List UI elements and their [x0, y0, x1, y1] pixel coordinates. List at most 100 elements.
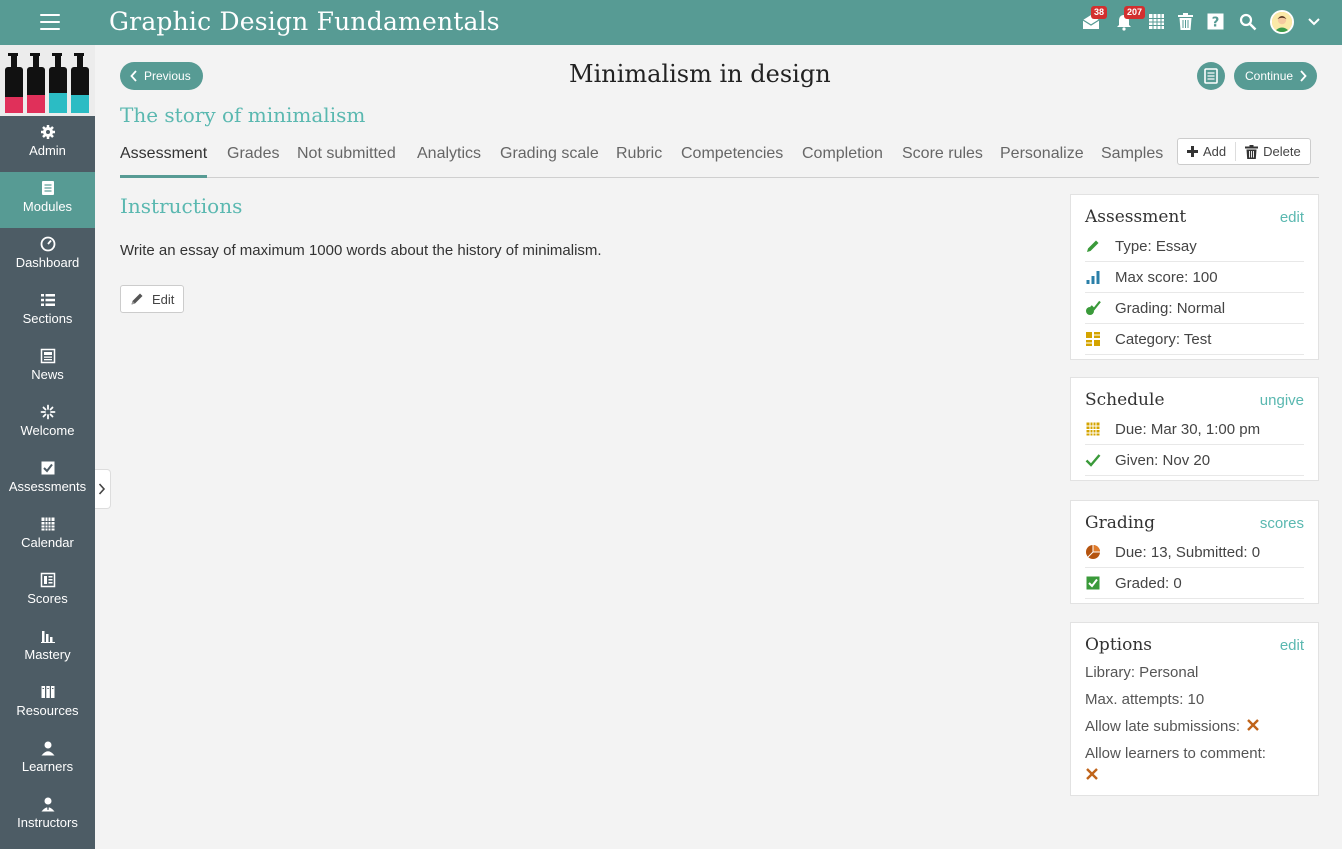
ungive-link[interactable]: ungive [1260, 392, 1304, 409]
panel-title: Grading [1085, 513, 1155, 533]
edit-instructions-button[interactable]: Edit [120, 285, 185, 313]
sidebar-item-scores[interactable]: Scores [0, 564, 95, 620]
schedule-panel: Schedule ungive Due: Mar 30, 1:00 pm Giv… [1070, 377, 1319, 481]
sidebar-item-label: Assessments [8, 479, 87, 494]
sidebar-item-news[interactable]: News [0, 340, 95, 396]
sections-icon [40, 294, 55, 306]
course-image[interactable] [0, 45, 95, 116]
continue-button[interactable]: Continue [1234, 62, 1318, 90]
add-button[interactable]: Add [1178, 139, 1235, 164]
assessments-icon [41, 461, 54, 475]
scores-link[interactable]: scores [1260, 515, 1304, 532]
sidebar-item-label: Mastery [24, 647, 71, 662]
menu-icon[interactable] [40, 14, 60, 31]
x-icon [1086, 768, 1098, 780]
sidebar-item-sections[interactable]: Sections [0, 284, 95, 340]
option-late-submissions: Allow late submissions: [1085, 713, 1304, 740]
modules-icon [41, 181, 54, 195]
info-row-type: Type: Essay [1085, 231, 1304, 262]
plus-icon [1187, 146, 1198, 157]
tab-grading-scale[interactable]: Grading scale [500, 145, 599, 175]
previous-button[interactable]: Previous [120, 62, 203, 90]
chevron-down-icon[interactable] [1307, 15, 1327, 35]
info-row-max-score: Max score: 100 [1085, 262, 1304, 293]
messages-icon[interactable]: 38 [1082, 6, 1108, 33]
option-max-attempts: Max. attempts: 10 [1085, 691, 1205, 708]
sidebar-item-label: Learners [21, 759, 74, 774]
edit-label: Edit [152, 291, 175, 307]
messages-badge: 38 [1091, 6, 1108, 19]
checkmark-icon [1085, 454, 1101, 467]
user-avatar[interactable] [1270, 10, 1294, 34]
sidebar-item-calendar[interactable]: Calendar [0, 508, 95, 564]
dashboard-icon [40, 236, 55, 252]
sidebar: Admin Modules Dashboard Sections News We… [0, 45, 95, 849]
tab-completion[interactable]: Completion [802, 145, 883, 175]
delete-button[interactable]: Delete [1236, 139, 1310, 164]
tab-assessment[interactable]: Assessment [120, 145, 208, 178]
tab-rubric[interactable]: Rubric [616, 145, 662, 175]
tab-analytics[interactable]: Analytics [417, 145, 481, 175]
continue-label: Continue [1245, 69, 1294, 83]
sidebar-item-assessments[interactable]: Assessments [0, 452, 95, 508]
sidebar-toggle[interactable] [95, 469, 111, 509]
trash-icon[interactable] [1177, 13, 1197, 33]
options-edit-link[interactable]: edit [1280, 637, 1304, 654]
sidebar-item-dashboard[interactable]: Dashboard [0, 228, 95, 284]
mastery-icon [40, 631, 55, 643]
sidebar-item-label: Dashboard [15, 255, 80, 270]
sidebar-item-label: Instructors [17, 815, 78, 830]
section-title[interactable]: The story of minimalism [120, 103, 365, 127]
sidebar-item-welcome[interactable]: Welcome [0, 396, 95, 452]
help-icon[interactable]: ? [1207, 13, 1227, 33]
sidebar-item-instructors[interactable]: Instructors [0, 788, 95, 844]
instructor-icon [41, 797, 54, 812]
sidebar-item-label: Calendar [21, 535, 74, 550]
grading-check-icon [1086, 300, 1101, 315]
trash-icon [1245, 144, 1259, 159]
tab-samples[interactable]: Samples [1101, 145, 1163, 175]
sidebar-item-resources[interactable]: Resources [0, 676, 95, 732]
assessment-edit-link[interactable]: edit [1280, 209, 1304, 226]
search-icon[interactable] [1239, 13, 1259, 33]
info-row-graded: Graded: 0 [1085, 568, 1304, 599]
tab-competencies[interactable]: Competencies [681, 145, 783, 175]
info-row-category: Category: Test [1085, 324, 1304, 355]
tab-not-submitted[interactable]: Not submitted [297, 145, 396, 175]
notes-button[interactable] [1197, 62, 1225, 90]
sidebar-item-label: Admin [29, 143, 66, 158]
panel-title: Schedule [1085, 390, 1165, 410]
app-title: Graphic Design Fundamentals [109, 7, 500, 36]
tab-score-rules[interactable]: Score rules [902, 145, 983, 175]
info-row-submissions: Due: 13, Submitted: 0 [1085, 537, 1304, 568]
tab-bar: Assessment Grades Not submitted Analytic… [120, 138, 1319, 178]
category-icon [1086, 332, 1100, 346]
resources-icon [41, 686, 54, 698]
grading-panel: Grading scores Due: 13, Submitted: 0 Gra… [1070, 500, 1319, 604]
delete-label: Delete [1263, 144, 1301, 159]
top-bar: Graphic Design Fundamentals 38 207 ? [0, 0, 1342, 45]
chevron-left-icon [130, 70, 137, 82]
sidebar-item-admin[interactable]: Admin [0, 116, 95, 172]
pie-icon [1086, 545, 1100, 559]
sidebar-item-label: Modules [22, 199, 73, 214]
x-icon [1247, 719, 1260, 731]
info-row-given: Given: Nov 20 [1085, 445, 1304, 476]
option-library: Library: Personal [1085, 664, 1199, 681]
checkbox-icon [1086, 576, 1100, 590]
calendar-icon[interactable] [1148, 13, 1168, 33]
sidebar-item-learners[interactable]: Learners [0, 732, 95, 788]
welcome-icon [40, 404, 55, 420]
option-learner-comments-value [1085, 767, 1304, 795]
sidebar-item-label: Resources [16, 703, 79, 718]
sidebar-item-label: News [31, 367, 64, 382]
notifications-icon[interactable]: 207 [1115, 6, 1146, 33]
bar-chart-icon [1086, 271, 1100, 284]
sidebar-item-modules[interactable]: Modules [0, 172, 95, 228]
tab-personalize[interactable]: Personalize [1000, 145, 1084, 175]
news-icon [40, 348, 55, 364]
pencil-icon [131, 293, 143, 305]
sidebar-item-mastery[interactable]: Mastery [0, 620, 95, 676]
scores-icon [40, 572, 55, 588]
tab-grades[interactable]: Grades [227, 145, 279, 175]
